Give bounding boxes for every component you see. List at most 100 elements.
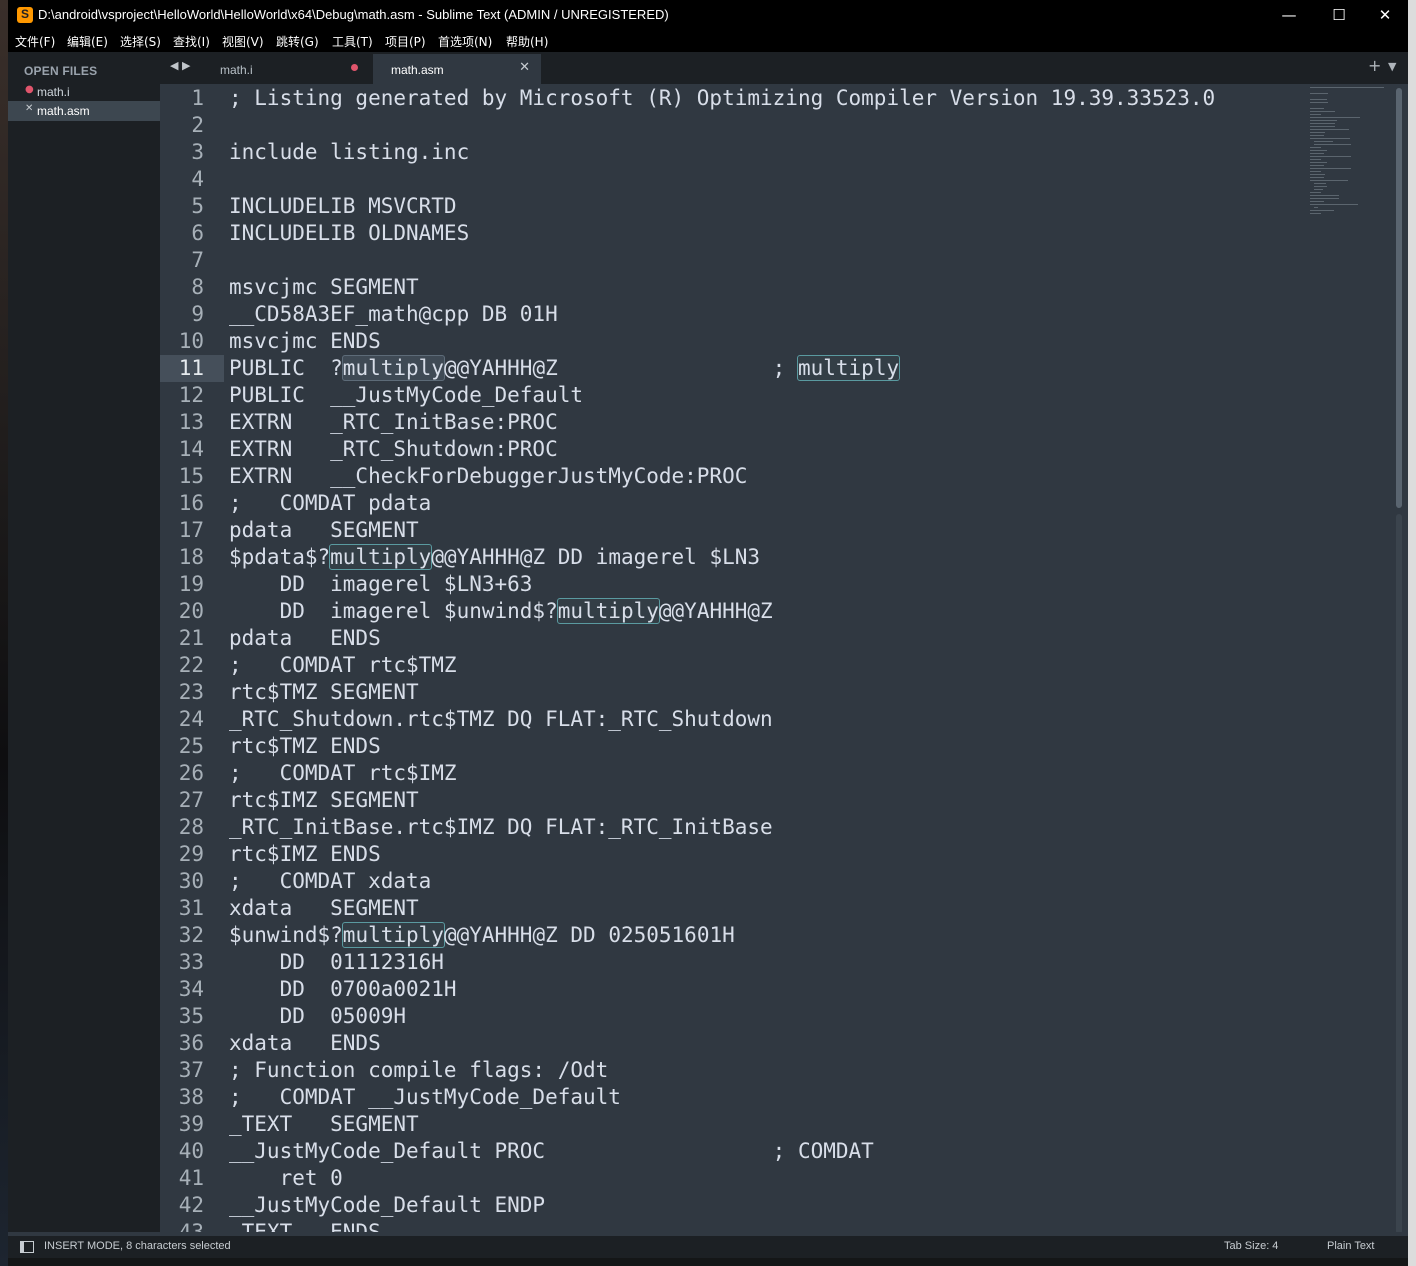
code-line[interactable]: 15 EXTRN __CheckForDebuggerJustMyCode:PRO… — [160, 463, 1310, 490]
code-editor[interactable]: 1 ; Listing generated by Microsoft (R) Op… — [160, 84, 1408, 1232]
minimap-line — [1310, 156, 1351, 157]
minimap-line — [1313, 189, 1324, 190]
status-tab-size[interactable]: Tab Size: 4 — [1224, 1240, 1278, 1252]
tab-math-i[interactable]: math.i — [202, 54, 370, 84]
code-line[interactable]: 10 msvcjmc ENDS — [160, 328, 1310, 355]
code-line[interactable]: 41 ret 0 — [160, 1165, 1310, 1192]
code-line[interactable]: 22 ; COMDAT rtc$TMZ — [160, 652, 1310, 679]
code-line[interactable]: 33 DD 01112316H — [160, 949, 1310, 976]
code-text: _TEXT SEGMENT — [229, 1112, 419, 1136]
code-line[interactable]: 40 __JustMyCode_Default PROC ; COMDAT — [160, 1138, 1310, 1165]
code-line[interactable]: 29 rtc$IMZ ENDS — [160, 841, 1310, 868]
close-button[interactable]: ✕ — [1362, 0, 1408, 32]
code-line[interactable]: 36 xdata ENDS — [160, 1030, 1310, 1057]
code-line[interactable]: 11 PUBLIC ?multiply@@YAHHH@Z ; multiply — [160, 355, 1310, 382]
code-line[interactable]: 34 DD 0700a0021H — [160, 976, 1310, 1003]
code-line[interactable]: 37 ; Function compile flags: /Odt — [160, 1057, 1310, 1084]
code-line[interactable]: 13 EXTRN _RTC_InitBase:PROC — [160, 409, 1310, 436]
code-line[interactable]: 14 EXTRN _RTC_Shutdown:PROC — [160, 436, 1310, 463]
menu-project[interactable]: 项目(P) — [385, 33, 426, 50]
code-text: _RTC_InitBase.rtc$IMZ DQ FLAT:_RTC_InitB… — [229, 815, 773, 839]
line-number: 10 — [178, 329, 204, 353]
code-line[interactable]: 1 ; Listing generated by Microsoft (R) Op… — [160, 85, 1310, 112]
code-line[interactable]: 5 INCLUDELIB MSVCRTD — [160, 193, 1310, 220]
code-line[interactable]: 6 INCLUDELIB OLDNAMES — [160, 220, 1310, 247]
menu-view[interactable]: 视图(V) — [222, 33, 264, 50]
desktop-background-right — [1408, 0, 1416, 1266]
title-bar[interactable]: D:\android\vsproject\HelloWorld\HelloWor… — [8, 0, 1408, 32]
minimize-button[interactable]: — — [1266, 0, 1312, 32]
vertical-scrollbar-track[interactable] — [1396, 514, 1402, 1232]
code-text: INCLUDELIB OLDNAMES — [229, 221, 470, 245]
menu-goto[interactable]: 跳转(G) — [276, 33, 319, 50]
code-line[interactable]: 35 DD 05009H — [160, 1003, 1310, 1030]
code-line[interactable]: 7 — [160, 247, 1310, 274]
menu-selection[interactable]: 选择(S) — [120, 33, 161, 50]
tab-scroll-right-icon[interactable]: ▶ — [182, 59, 190, 72]
line-number: 31 — [178, 896, 204, 920]
menu-help[interactable]: 帮助(H) — [506, 33, 548, 50]
status-syntax[interactable]: Plain Text — [1327, 1240, 1375, 1252]
code-line[interactable]: 21 pdata ENDS — [160, 625, 1310, 652]
vertical-scrollbar-thumb[interactable] — [1396, 88, 1402, 508]
menu-edit[interactable]: 编辑(E) — [67, 33, 108, 50]
code-line[interactable]: 25 rtc$TMZ ENDS — [160, 733, 1310, 760]
tab-math-asm[interactable]: math.asm ✕ — [373, 54, 541, 84]
line-number: 12 — [178, 383, 204, 407]
modified-dot-icon[interactable] — [351, 64, 358, 71]
code-line[interactable]: 9 __CD58A3EF_math@cpp DB 01H — [160, 301, 1310, 328]
code-line[interactable]: 27 rtc$IMZ SEGMENT — [160, 787, 1310, 814]
sidebar-file-math-asm[interactable]: ✕ math.asm — [8, 101, 160, 121]
code-text: PUBLIC ?multiply@@YAHHH@Z ; multiply — [229, 355, 901, 381]
menu-find[interactable]: 查找(I) — [173, 33, 210, 50]
code-line[interactable]: 16 ; COMDAT pdata — [160, 490, 1310, 517]
code-line[interactable]: 3 include listing.inc — [160, 139, 1310, 166]
code-line[interactable]: 28 _RTC_InitBase.rtc$IMZ DQ FLAT:_RTC_Ini… — [160, 814, 1310, 841]
line-number: 4 — [191, 167, 204, 191]
menu-tools[interactable]: 工具(T) — [332, 33, 373, 50]
line-number: 2 — [191, 113, 204, 137]
line-number: 8 — [191, 275, 204, 299]
menu-preferences[interactable]: 首选项(N) — [438, 33, 492, 50]
menu-file[interactable]: 文件(F) — [15, 33, 55, 50]
minimap-line — [1310, 174, 1326, 175]
code-line[interactable]: 43 _TEXT ENDS — [160, 1219, 1310, 1232]
code-line[interactable]: 8 msvcjmc SEGMENT — [160, 274, 1310, 301]
code-line[interactable]: 20 DD imagerel $unwind$?multiply@@YAHHH@… — [160, 598, 1310, 625]
line-number: 34 — [178, 977, 204, 1001]
sidebar-file-math-i[interactable]: ● math.i — [8, 82, 160, 102]
code-line[interactable]: 4 — [160, 166, 1310, 193]
code-line[interactable]: 38 ; COMDAT __JustMyCode_Default — [160, 1084, 1310, 1111]
code-line[interactable]: 42 __JustMyCode_Default ENDP — [160, 1192, 1310, 1219]
line-number: 38 — [178, 1085, 204, 1109]
code-line[interactable]: 12 PUBLIC __JustMyCode_Default — [160, 382, 1310, 409]
tab-scroll-left-icon[interactable]: ◀ — [170, 59, 178, 72]
code-line[interactable]: 18 $pdata$?multiply@@YAHHH@Z DD imagerel … — [160, 544, 1310, 571]
window-bottom-border — [8, 1258, 1408, 1266]
minimap[interactable] — [1310, 84, 1398, 244]
panel-toggle-icon[interactable] — [20, 1241, 34, 1253]
maximize-button[interactable]: ☐ — [1316, 0, 1362, 32]
code-line[interactable]: 31 xdata SEGMENT — [160, 895, 1310, 922]
close-file-icon[interactable]: ✕ — [25, 103, 33, 114]
minimap-line — [1310, 126, 1335, 127]
new-tab-plus-icon[interactable]: + — [1368, 56, 1381, 75]
selection-highlight: multiply — [796, 355, 901, 381]
status-mode: INSERT MODE, 8 characters selected — [44, 1240, 231, 1252]
code-line[interactable]: 24 _RTC_Shutdown.rtc$TMZ DQ FLAT:_RTC_Shu… — [160, 706, 1310, 733]
minimap-line — [1310, 108, 1325, 109]
code-line[interactable]: 2 — [160, 112, 1310, 139]
minimap-line — [1310, 117, 1361, 118]
code-text: $unwind$?multiply@@YAHHH@Z DD 025051601H — [229, 922, 735, 948]
code-line[interactable]: 30 ; COMDAT xdata — [160, 868, 1310, 895]
minimap-line — [1310, 162, 1328, 163]
code-line[interactable]: 19 DD imagerel $LN3+63 — [160, 571, 1310, 598]
line-number: 30 — [178, 869, 204, 893]
tab-close-icon[interactable]: ✕ — [519, 60, 530, 75]
tab-list-dropdown-icon[interactable]: ▼ — [1388, 60, 1396, 73]
code-line[interactable]: 23 rtc$TMZ SEGMENT — [160, 679, 1310, 706]
code-line[interactable]: 26 ; COMDAT rtc$IMZ — [160, 760, 1310, 787]
code-line[interactable]: 32 $unwind$?multiply@@YAHHH@Z DD 02505160… — [160, 922, 1310, 949]
code-line[interactable]: 39 _TEXT SEGMENT — [160, 1111, 1310, 1138]
code-line[interactable]: 17 pdata SEGMENT — [160, 517, 1310, 544]
